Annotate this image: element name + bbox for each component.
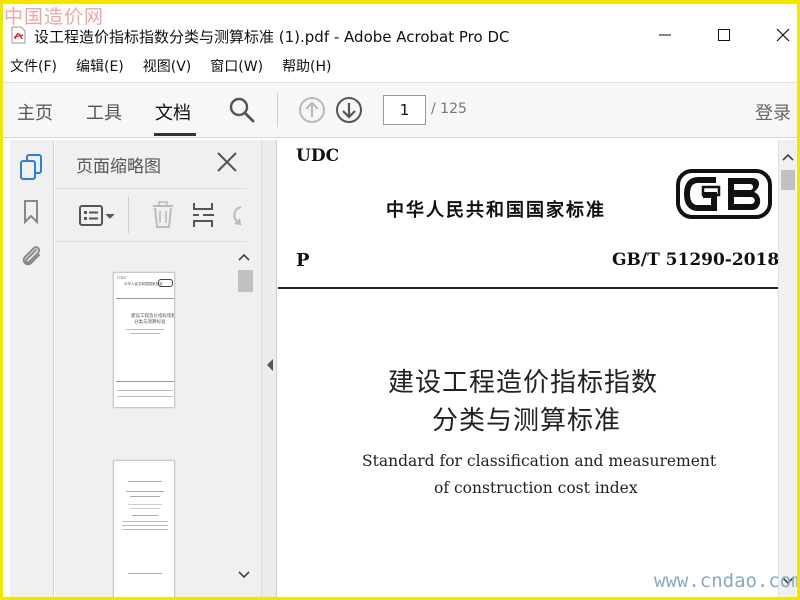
paperclip-icon — [22, 246, 41, 266]
delete-page-icon[interactable] — [150, 201, 176, 229]
thumbnail-scrollbar[interactable] — [235, 244, 253, 600]
active-tab-indicator — [154, 133, 196, 136]
main-toolbar: 主页 工具 文档 1 / 125 登录 — [0, 82, 800, 138]
page-thumbnails-icon — [20, 154, 42, 180]
doc-english-title-line2: of construction cost index — [434, 479, 638, 497]
tab-home[interactable]: 主页 — [17, 99, 53, 125]
pdf-file-icon — [11, 26, 26, 44]
collapse-panel-icon[interactable] — [266, 358, 274, 372]
page-thumbnail-2[interactable] — [113, 460, 175, 600]
page-total-label: / 125 — [431, 101, 467, 117]
next-page-icon[interactable] — [334, 95, 364, 125]
watermark-top-left: 中国造价网 — [4, 6, 105, 28]
tab-document[interactable]: 文档 — [155, 99, 191, 125]
maximize-button[interactable] — [709, 24, 739, 46]
menu-file[interactable]: 文件(F) — [10, 56, 57, 76]
doc-udc: UDC — [296, 146, 340, 166]
panel-toolbar-separator — [128, 197, 129, 233]
doc-header-rule — [278, 287, 778, 289]
panel-splitter[interactable] — [261, 140, 277, 600]
menu-help[interactable]: 帮助(H) — [282, 56, 331, 76]
maximize-icon — [718, 29, 730, 41]
scroll-down-icon[interactable] — [238, 570, 250, 580]
thumbnail-options-icon[interactable] — [79, 204, 117, 228]
menu-bar: 文件(F) 编辑(E) 视图(V) 窗口(W) 帮助(H) — [0, 52, 800, 80]
document-scroll-thumb[interactable] — [781, 170, 795, 190]
page-number-input[interactable]: 1 — [383, 95, 426, 125]
doc-title-line2: 分类与测算标准 — [432, 406, 622, 436]
doc-standard-code: GB/T 51290-2018 — [612, 250, 778, 270]
doc-national-standard: 中华人民共和国国家标准 — [386, 200, 606, 221]
bookmark-icon — [24, 200, 38, 225]
bookmarks-button[interactable] — [16, 197, 46, 227]
menu-edit[interactable]: 编辑(E) — [76, 56, 124, 76]
thumbnail-list: UDC 中华人民共和国国家标准 建设工程造价指标指数 分类与测算标准 1 — [55, 244, 233, 600]
panel-toolbar — [55, 188, 247, 242]
thumbnail-scroll-thumb[interactable] — [238, 270, 253, 292]
close-icon — [776, 28, 790, 42]
panel-title: 页面缩略图 — [76, 157, 161, 177]
insert-page-icon[interactable] — [191, 201, 217, 229]
watermark-bottom-right: www.cndao.com — [654, 570, 800, 592]
page-thumbnails-button[interactable] — [16, 152, 46, 182]
toolbar-separator — [277, 93, 278, 127]
login-link[interactable]: 登录 — [755, 99, 791, 125]
document-view: UDC 中华人民共和国国家标准 P GB/T 51290-2018 建设工程造价… — [278, 140, 778, 600]
menu-window[interactable]: 窗口(W) — [210, 56, 263, 76]
window-title: 设工程造价指标指数分类与测算标准 (1).pdf - Adobe Acrobat… — [34, 28, 510, 46]
doc-category: P — [296, 250, 310, 271]
gb-logo — [676, 169, 772, 219]
minimize-icon — [659, 34, 671, 36]
doc-scroll-up-icon[interactable] — [782, 152, 794, 162]
title-bar: 中国造价网 设工程造价指标指数分类与测算标准 (1).pdf - Adobe A… — [0, 0, 800, 52]
minimize-button[interactable] — [650, 24, 680, 46]
close-panel-icon[interactable] — [215, 150, 239, 174]
attachments-button[interactable] — [16, 240, 46, 270]
rotate-page-icon[interactable] — [229, 203, 247, 229]
thumbnail-panel: 页面缩略图 UDC 中华人民共和国国家标准 建设工程造价指标指数 分类与测算标准 — [55, 140, 261, 600]
menu-view[interactable]: 视图(V) — [143, 56, 192, 76]
close-window-button[interactable] — [768, 24, 798, 46]
thumb-gb-logo — [158, 279, 173, 287]
page-thumbnail-1[interactable]: UDC 中华人民共和国国家标准 建设工程造价指标指数 分类与测算标准 — [113, 272, 175, 408]
search-icon[interactable] — [228, 96, 256, 124]
doc-english-title-line1: Standard for classification and measurem… — [362, 452, 717, 470]
navigation-rail — [10, 140, 54, 600]
tab-tools[interactable]: 工具 — [86, 99, 122, 125]
document-scrollbar[interactable] — [778, 140, 796, 600]
scroll-up-icon[interactable] — [238, 252, 250, 262]
doc-title-line1: 建设工程造价指标指数 — [388, 368, 659, 398]
previous-page-icon[interactable] — [297, 95, 327, 125]
